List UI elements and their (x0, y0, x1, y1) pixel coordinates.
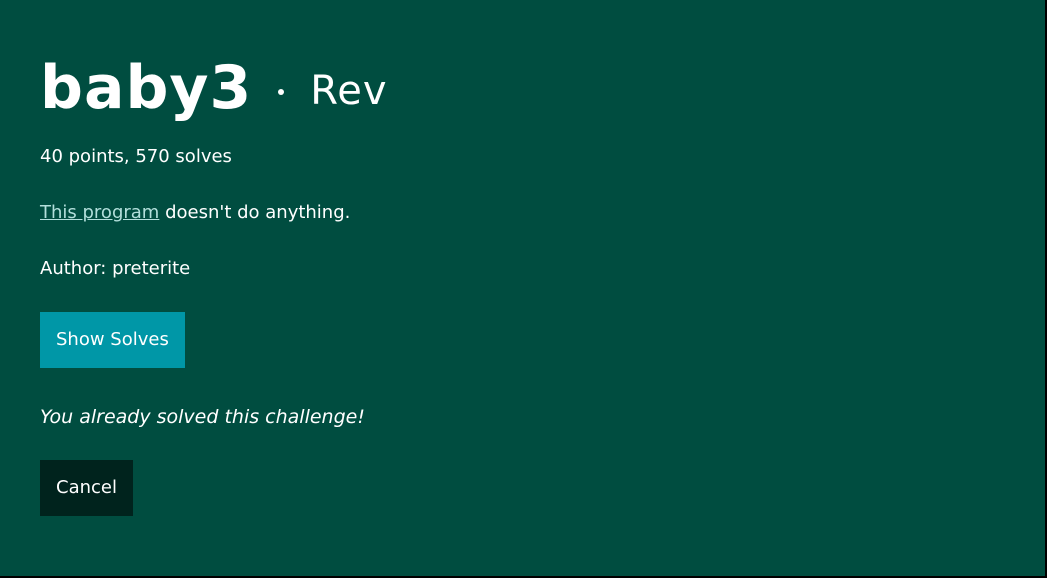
points-solves-text: 40 points, 570 solves (40, 146, 232, 167)
challenge-modal: baby3 Rev 40 points, 570 solves This pro… (0, 0, 1045, 576)
solved-status-message: You already solved this challenge! (40, 406, 365, 428)
challenge-name: baby3 (40, 53, 253, 123)
description-text: doesn't do anything. (159, 202, 351, 223)
title-separator-dot (278, 89, 285, 95)
challenge-title: baby3 Rev (40, 52, 1005, 124)
show-solves-button[interactable]: Show Solves (40, 312, 185, 368)
cancel-button[interactable]: Cancel (40, 460, 133, 516)
challenge-description: This program doesn't do anything. (40, 198, 1005, 228)
challenge-category: Rev (310, 68, 388, 114)
author-text: Author: preterite (40, 258, 191, 279)
program-download-link[interactable]: This program (40, 202, 159, 223)
